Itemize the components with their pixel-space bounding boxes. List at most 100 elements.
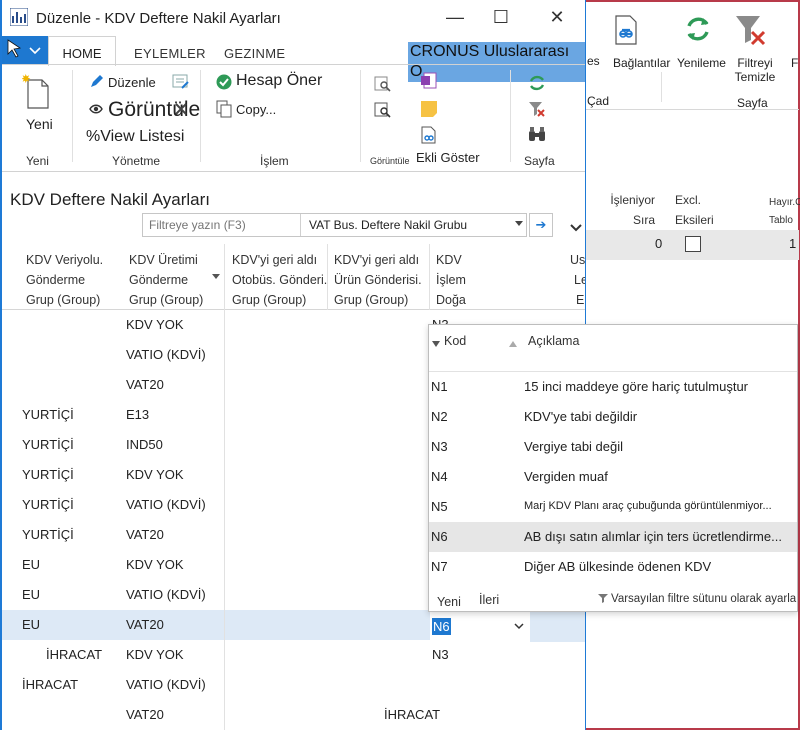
clear-filter-button[interactable]: Filtreyi Temizle: [729, 56, 781, 84]
lookup-code: N4: [431, 469, 448, 484]
lookup-column-description[interactable]: Açıklama: [528, 334, 579, 348]
cell-bus-group: İHRACAT: [22, 677, 79, 692]
cell-prod-group: KDV YOK: [126, 557, 184, 572]
column-vat-bus-posting-group[interactable]: KDV Veriyolu. Gönderme Grup (Group): [26, 250, 103, 310]
sort-arrow-icon: [212, 272, 220, 280]
lookup-row[interactable]: N3 Vergiye tabi değil: [429, 432, 797, 462]
lookup-row[interactable]: N2 KDV'ye tabi değildir: [429, 402, 797, 432]
new-icon: [22, 74, 52, 110]
lookup-description: Diğer AB ülkesinde ödenen KDV: [524, 559, 712, 574]
filter-box: VAT Bus. Deftere Nakil Grubu: [142, 213, 527, 237]
sort-desc-icon[interactable]: [432, 340, 440, 348]
column-partial[interactable]: Us Le Er: [570, 250, 586, 310]
column-header-line: Us: [570, 253, 586, 267]
column-header-line: KDV Üretimi: [129, 253, 198, 267]
group-process-label: İşlem: [260, 154, 289, 168]
column-header-line: Gönderme: [129, 273, 189, 287]
tab-actions[interactable]: EYLEMLER: [134, 46, 206, 61]
file-menu-button[interactable]: [2, 36, 48, 64]
cell-bus-group: YURTİÇİ: [22, 467, 74, 482]
nature-lookup-dropdown: Kod Açıklama N1 15 inci maddeye göre har…: [428, 324, 798, 612]
minimize-button[interactable]: —: [432, 4, 478, 30]
suggest-accounts-button[interactable]: Hesap Öner: [236, 72, 322, 90]
lookup-description: Vergiden muaf: [524, 469, 608, 484]
cell-prod-group: VAT20: [126, 617, 164, 632]
bg-col-blocked[interactable]: İşleniyor Sıra: [595, 190, 655, 230]
column-separator: [327, 244, 328, 310]
chevron-down-icon[interactable]: [514, 623, 524, 630]
edit-button[interactable]: Düzenle: [108, 75, 156, 90]
bg-row-value: 0: [655, 236, 663, 251]
tab-home[interactable]: HOME: [48, 36, 116, 66]
lookup-code: N5: [431, 499, 448, 514]
column-header-line: Le: [574, 273, 585, 287]
lookup-row[interactable]: N5 Marj KDV Planı araç çubuğunda görüntü…: [429, 492, 797, 522]
bg-partial-f[interactable]: F: [791, 56, 798, 70]
cell-bus-group: YURTİÇİ: [22, 497, 74, 512]
excl-checkbox[interactable]: [685, 236, 701, 252]
column-vat-transaction-nature[interactable]: KDV İşlem Doğa: [436, 250, 466, 310]
cell-prod-group: VAT20: [126, 707, 164, 722]
cell-prod-group: VATIO (KDVİ): [126, 497, 206, 512]
links-button[interactable]: Bağlantılar: [613, 56, 670, 70]
ribbon-separator: [360, 70, 361, 162]
bg-group-partial: Çad: [587, 94, 610, 108]
view-small-icon-2: [374, 102, 392, 118]
cell-bus-group: EU: [22, 617, 41, 632]
edit-pencil-icon: [88, 74, 104, 90]
new-button[interactable]: Yeni: [26, 116, 53, 132]
column-header-line: KDV'yi geri aldı: [334, 253, 420, 267]
nature-edit-value[interactable]: N6: [432, 618, 451, 635]
refresh-button[interactable]: Yenileme: [677, 56, 726, 70]
column-header-line: Gönderme: [26, 273, 86, 287]
cell-prod-group: E13: [126, 407, 150, 422]
lookup-row-selected[interactable]: N6 AB dışı satın alımlar için ters ücret…: [429, 522, 797, 552]
lookup-column-code[interactable]: Kod: [444, 334, 466, 348]
table-row[interactable]: VAT20 İHRACAT: [2, 700, 585, 730]
cell-prod-group: VAT20: [126, 527, 164, 542]
set-default-filter-button[interactable]: Varsayılan filtre sütunu olarak ayarla: [611, 593, 796, 605]
table-row[interactable]: İHRACAT KDV YOK N3: [2, 640, 585, 670]
close-button[interactable]: ✕: [534, 4, 580, 30]
table-row[interactable]: İHRACAT VATIO (KDVİ): [2, 670, 585, 700]
nature-edit-cell[interactable]: N6: [430, 612, 530, 642]
cell-bus-group: YURTİÇİ: [22, 527, 74, 542]
clear-filter-small-icon: [528, 100, 546, 118]
bg-table-row[interactable]: 0 1: [585, 230, 799, 260]
filter-apply-button[interactable]: ➔: [529, 213, 553, 237]
column-vat-prod-posting-group[interactable]: KDV Üretimi Gönderme Grup (Group): [129, 250, 203, 310]
links-icon: [613, 14, 639, 46]
view-icon: [88, 100, 104, 118]
column-header-line: İşlem: [436, 273, 466, 287]
page-title: KDV Deftere Nakil Ayarları: [10, 190, 210, 209]
bg-partial-button[interactable]: es: [587, 54, 600, 68]
background-ribbon: es Bağlantılar Yenileme Filtreyi Temizle…: [585, 2, 799, 110]
tab-navigate[interactable]: GEZINME: [224, 46, 285, 61]
lookup-next-button[interactable]: İleri: [479, 593, 499, 607]
collapse-chevron-icon[interactable]: [570, 224, 582, 232]
column-reverse-bus-posting-group[interactable]: KDV'yi geri aldı Otobüs. Gönderi. Grup (…: [232, 250, 327, 310]
lookup-row[interactable]: N7 Diğer AB ülkesinde ödenen KDV: [429, 552, 797, 582]
chevron-down-icon[interactable]: [515, 221, 523, 227]
column-reverse-prod-posting-group[interactable]: KDV'yi geri aldı Ürün Gönderisi. Grup (G…: [334, 250, 422, 310]
filter-field-select[interactable]: VAT Bus. Deftere Nakil Grubu: [309, 218, 467, 232]
bg-row-partial: 1: [789, 236, 797, 251]
filter-input[interactable]: [143, 214, 301, 236]
delete-icon: [172, 100, 190, 118]
cell-bus-group: YURTİÇİ: [22, 437, 74, 452]
sort-asc-icon[interactable]: [509, 340, 517, 348]
lookup-row[interactable]: N4 Vergiden muaf: [429, 462, 797, 492]
maximize-button[interactable]: ☐: [478, 4, 524, 30]
bg-col-hayir[interactable]: Hayır.C Tablo: [769, 194, 800, 230]
lookup-row[interactable]: N1 15 inci maddeye göre hariç tutulmuştu…: [429, 372, 797, 402]
view-list-button[interactable]: %View Listesi: [86, 128, 184, 146]
copy-button[interactable]: Copy...: [236, 102, 276, 117]
ribbon-separator: [72, 70, 73, 162]
lookup-description: KDV'ye tabi değildir: [524, 409, 638, 424]
ribbon-separator: [200, 70, 201, 162]
lookup-new-button[interactable]: Yeni: [437, 595, 461, 609]
show-attached-button[interactable]: Ekli Göster: [416, 150, 480, 165]
window-title: Düzenle - KDV Deftere Nakil Ayarları: [36, 10, 281, 27]
column-header-line: KDV Veriyolu.: [26, 253, 104, 267]
bg-col-excl[interactable]: Excl. Eksileri: [675, 190, 715, 230]
